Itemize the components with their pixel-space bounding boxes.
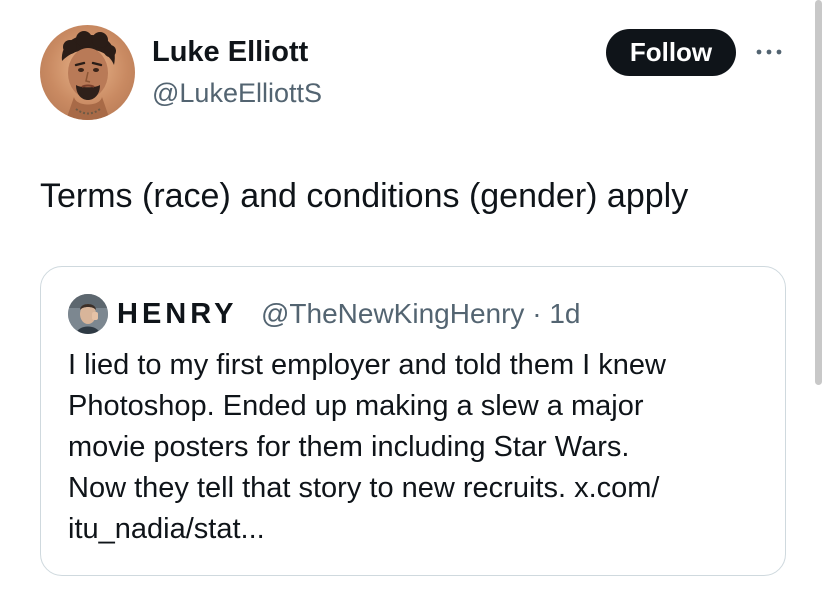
quoted-text-line: Photoshop. Ended up making a slew a majo… [68, 390, 644, 422]
author-name[interactable]: Luke Elliott [152, 34, 308, 70]
author-avatar[interactable] [40, 25, 135, 120]
tweet-header: Luke Elliott @LukeElliottS Follow [0, 0, 828, 130]
quoted-author-avatar[interactable] [68, 294, 108, 334]
avatar-portrait [61, 31, 116, 120]
quoted-author-meta: @TheNewKingHenry · 1d [261, 295, 580, 333]
quoted-text-line: I lied to my first employer and told the… [68, 349, 666, 381]
quoted-author-handle[interactable]: @TheNewKingHenry [261, 298, 524, 329]
author-handle[interactable]: @LukeElliottS [152, 76, 322, 110]
quoted-text-line: Now they tell that story to new recruits… [68, 472, 660, 504]
meta-dot: · [532, 298, 542, 329]
quoted-timestamp[interactable]: 1d [549, 298, 580, 329]
quoted-text-line: itu_nadia/stat... [68, 513, 265, 545]
more-horizontal-icon[interactable] [752, 40, 786, 64]
follow-button[interactable]: Follow [606, 29, 736, 76]
tweet-text: Terms (race) and conditions (gender) app… [40, 177, 689, 215]
quoted-author-name[interactable]: HENRY [117, 295, 237, 333]
scrollbar[interactable] [815, 0, 822, 385]
quoted-tweet-card[interactable]: HENRY @TheNewKingHenry · 1d I lied to my… [40, 266, 786, 576]
quoted-text-line: movie posters for them including Star Wa… [68, 431, 630, 463]
quoted-tweet-text: I lied to my first employer and told the… [68, 345, 768, 550]
quoted-avatar-portrait [68, 294, 108, 334]
